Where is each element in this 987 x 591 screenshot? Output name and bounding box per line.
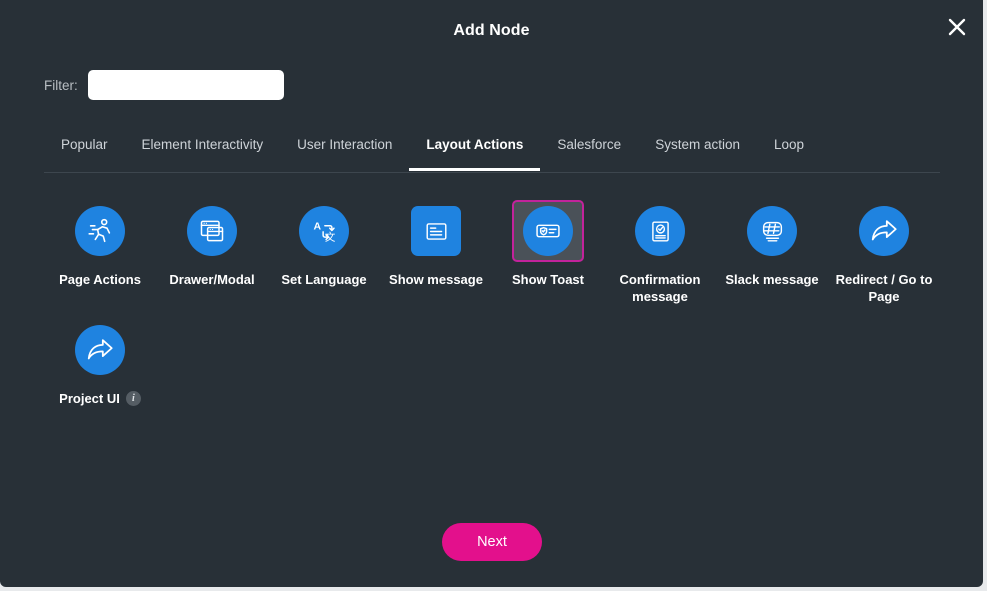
node-tile-slack-message[interactable]: Slack message xyxy=(716,200,828,305)
node-label-text: Page Actions xyxy=(59,272,141,287)
node-icon-frame: A 文 xyxy=(288,200,360,262)
tab-layout-actions[interactable]: Layout Actions xyxy=(409,131,541,171)
node-icon-frame xyxy=(736,200,808,262)
filter-row: Filter: xyxy=(44,70,284,100)
curved-arrow-icon xyxy=(75,325,125,375)
search-input[interactable] xyxy=(87,70,284,100)
close-icon[interactable] xyxy=(940,10,974,44)
tab-popular[interactable]: Popular xyxy=(44,131,125,171)
add-node-modal: Add Node Filter: Popular Element Interact… xyxy=(0,0,983,587)
node-tile-show-toast[interactable]: Show Toast xyxy=(492,200,604,305)
node-label: Set Language xyxy=(281,271,366,288)
node-icon-frame xyxy=(624,200,696,262)
tab-system-action[interactable]: System action xyxy=(638,131,757,171)
node-tile-project-ui[interactable]: Project UI i xyxy=(44,319,156,407)
node-tile-show-message[interactable]: Show message xyxy=(380,200,492,305)
node-label-text: Slack message xyxy=(725,272,819,287)
node-label: Slack message xyxy=(725,271,818,288)
node-label: Show Toast xyxy=(512,271,584,288)
node-label: Project UI i xyxy=(59,390,141,407)
node-label-text: Show message xyxy=(389,272,483,287)
node-icon-frame xyxy=(848,200,920,262)
confirmation-check-icon xyxy=(635,206,685,256)
node-label-text: Drawer/Modal xyxy=(169,272,255,287)
node-icon-frame xyxy=(176,200,248,262)
tab-loop[interactable]: Loop xyxy=(757,131,821,171)
toast-shield-icon xyxy=(523,206,573,256)
tab-element-interactivity[interactable]: Element Interactivity xyxy=(125,131,281,171)
curved-arrow-icon xyxy=(859,206,909,256)
node-label-text: Redirect / Go to Page xyxy=(835,272,933,304)
node-label-text: Show Toast xyxy=(512,272,584,287)
node-tile-page-actions[interactable]: Page Actions xyxy=(44,200,156,305)
slack-hash-icon xyxy=(747,206,797,256)
node-icon-frame xyxy=(400,200,472,262)
node-tile-drawer-modal[interactable]: Drawer/Modal xyxy=(156,200,268,305)
node-label-text: Confirmation message xyxy=(619,272,701,304)
node-label: Drawer/Modal xyxy=(169,271,254,288)
translate-icon: A 文 xyxy=(299,206,349,256)
node-tile-redirect-go-to-page[interactable]: Redirect / Go to Page xyxy=(828,200,940,305)
node-icon-frame xyxy=(64,200,136,262)
next-button[interactable]: Next xyxy=(442,523,542,561)
node-icon-frame xyxy=(64,319,136,381)
tab-salesforce[interactable]: Salesforce xyxy=(540,131,638,171)
node-tile-confirmation-message[interactable]: Confirmation message xyxy=(604,200,716,305)
node-label: Redirect / Go to Page xyxy=(832,271,936,305)
svg-text:A: A xyxy=(314,220,322,232)
windows-stack-icon xyxy=(187,206,237,256)
filter-label: Filter: xyxy=(44,77,78,93)
message-lines-icon xyxy=(411,206,461,256)
node-tile-set-language[interactable]: A 文 Set Language xyxy=(268,200,380,305)
node-label: Page Actions xyxy=(59,271,141,288)
info-badge-icon[interactable]: i xyxy=(125,391,141,407)
node-grid: Page Actions Drawer/Modal A 文 Set Langua… xyxy=(44,200,940,421)
running-person-icon xyxy=(75,206,125,256)
node-icon-frame xyxy=(512,200,584,262)
node-label-text: Set Language xyxy=(281,272,367,287)
tab-bar: Popular Element Interactivity User Interac… xyxy=(44,131,940,173)
node-label-text: Project UI xyxy=(59,391,120,406)
node-label: Confirmation message xyxy=(608,271,712,305)
node-label: Show message xyxy=(389,271,483,288)
tab-user-interaction[interactable]: User Interaction xyxy=(280,131,409,171)
page-title: Add Node xyxy=(453,22,530,39)
